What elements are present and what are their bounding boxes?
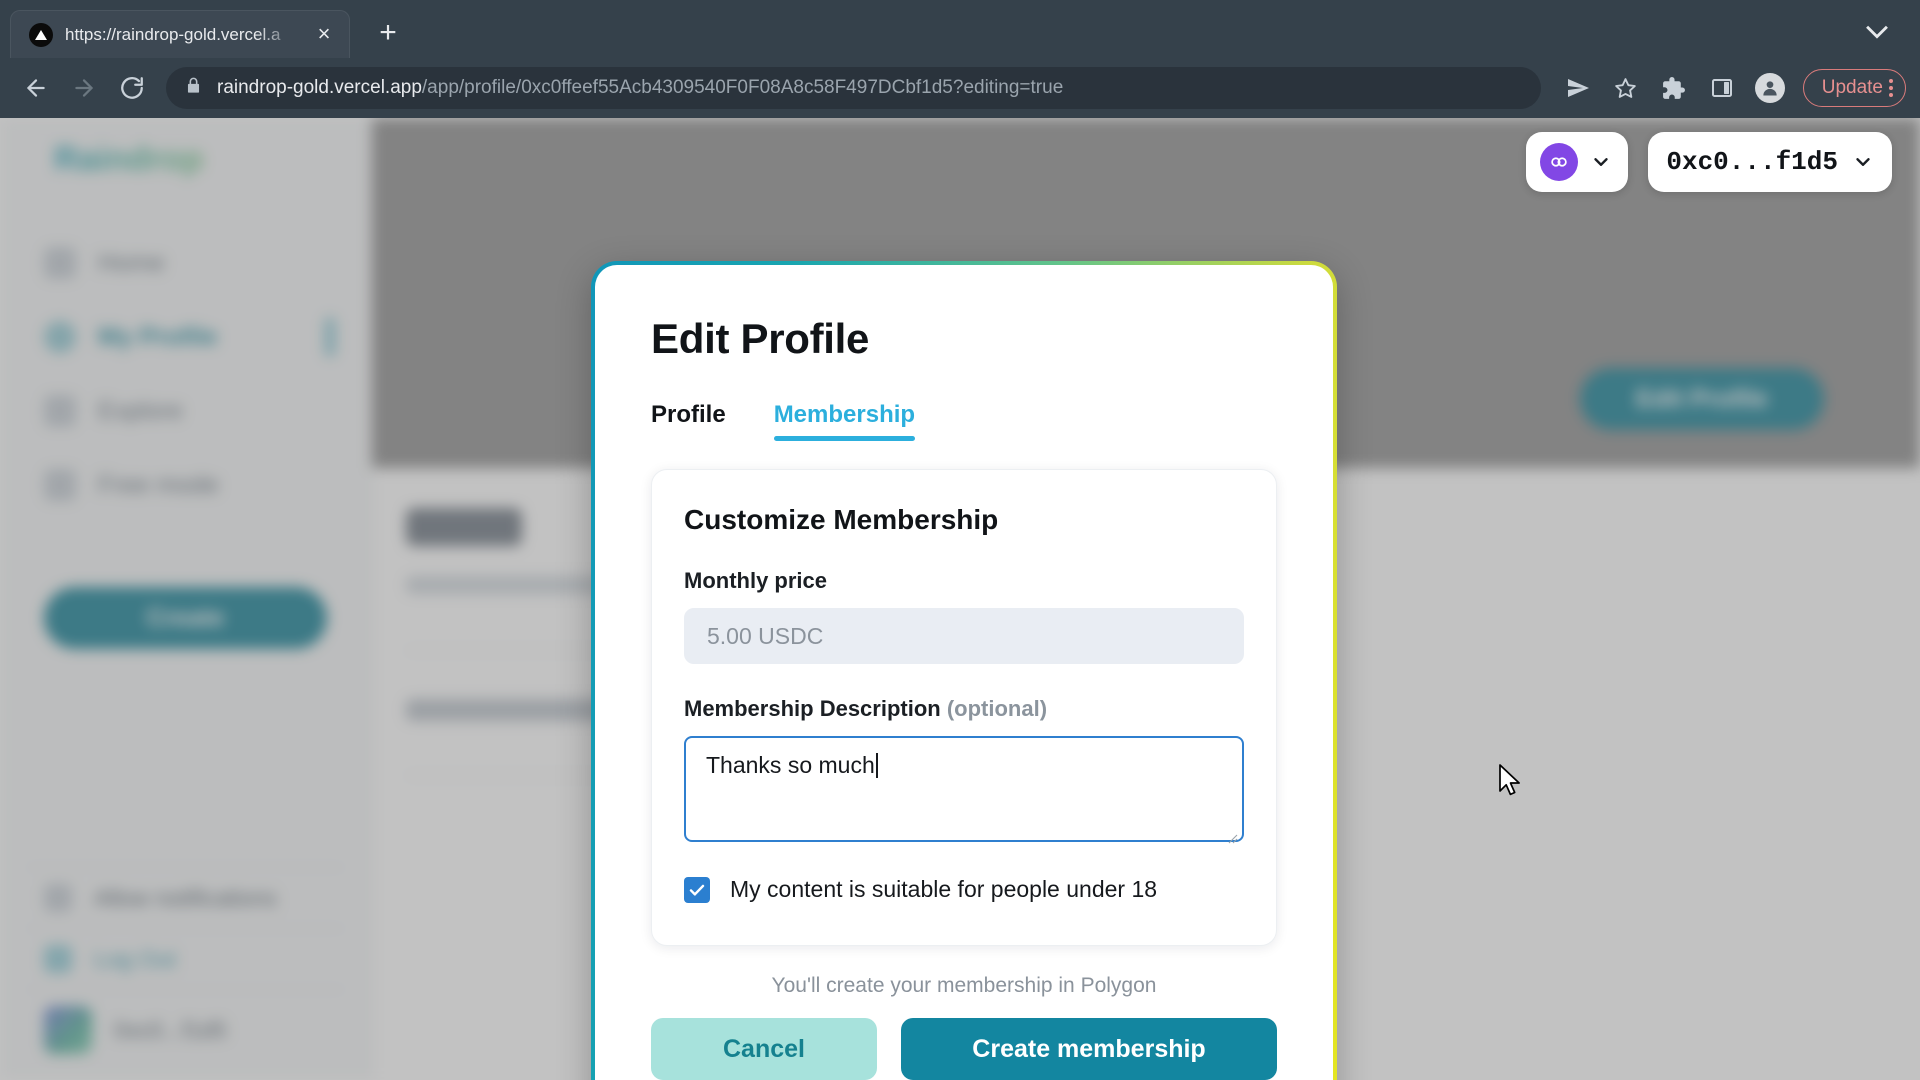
profile-avatar-icon[interactable]: [1749, 67, 1791, 109]
modal-body: Edit Profile Profile Membership Customiz…: [595, 265, 1333, 1080]
mouse-cursor: [1498, 763, 1524, 806]
monthly-price-placeholder: 5.00 USDC: [707, 622, 824, 649]
cancel-button[interactable]: Cancel: [651, 1018, 877, 1080]
wallet-address-button[interactable]: 0xc0...f1d5: [1648, 132, 1892, 192]
app-header-chips: 0xc0...f1d5: [1526, 132, 1892, 192]
wallet-address-label: 0xc0...f1d5: [1666, 147, 1838, 177]
chain-selector[interactable]: [1526, 132, 1629, 192]
page-title: Edit Profile: [651, 315, 870, 362]
extensions-puzzle-icon[interactable]: [1653, 67, 1695, 109]
browser-window: https://raindrop-gold.vercel.a × + raind…: [0, 0, 1920, 1080]
modal-actions: Cancel Create membership: [651, 1018, 1277, 1080]
reload-icon[interactable]: [110, 66, 154, 110]
update-button[interactable]: Update: [1802, 69, 1906, 107]
lock-icon: [184, 76, 203, 100]
section-title: Customize Membership: [684, 504, 999, 535]
membership-description-textarea[interactable]: Thanks so much: [684, 736, 1244, 844]
tab-membership[interactable]: Membership: [773, 401, 916, 441]
browser-toolbar: raindrop-gold.vercel.app/app/profile/0xc…: [0, 58, 1920, 118]
url-host: raindrop-gold.vercel.app: [217, 77, 422, 98]
description-label-text: Membership Description: [684, 696, 941, 721]
chevron-down-icon: [1852, 151, 1874, 173]
description-optional-text: (optional): [946, 696, 1048, 721]
create-membership-button[interactable]: Create membership: [901, 1018, 1277, 1080]
suitability-checkbox-label: My content is suitable for people under …: [730, 876, 1158, 902]
edit-profile-modal: Edit Profile Profile Membership Customiz…: [591, 261, 1337, 1080]
url-path: /app/profile/0xc0ffeef55Acb4309540F0F08A…: [421, 77, 1064, 98]
vercel-triangle-icon: [29, 22, 53, 47]
resize-handle-icon[interactable]: [1224, 823, 1238, 844]
forward-icon[interactable]: [62, 66, 106, 110]
polygon-logo-icon: [1540, 143, 1579, 181]
tab-profile[interactable]: Profile: [651, 401, 726, 441]
tab-title: https://raindrop-gold.vercel.a: [65, 24, 281, 44]
suitability-checkbox[interactable]: [684, 876, 710, 903]
new-tab-button[interactable]: +: [366, 12, 410, 56]
send-icon[interactable]: [1557, 67, 1599, 109]
page-viewport: Raindrop Home My Profile Explore Free mo…: [0, 118, 1920, 1080]
chevron-down-icon[interactable]: [1860, 14, 1894, 48]
address-bar[interactable]: raindrop-gold.vercel.app/app/profile/0xc…: [166, 67, 1541, 109]
chrome-menu-icon[interactable]: [1889, 79, 1893, 97]
toolbar-icons: Update: [1557, 67, 1906, 109]
tab-strip: https://raindrop-gold.vercel.a × +: [0, 0, 1920, 58]
back-icon[interactable]: [14, 66, 58, 110]
chevron-down-icon: [1590, 151, 1612, 173]
membership-description-label: Membership Description (optional): [684, 696, 1244, 722]
description-value: Thanks so much: [706, 752, 875, 778]
modal-footer-note: You'll create your membership in Polygon: [771, 974, 1157, 997]
customize-membership-card: Customize Membership Monthly price 5.00 …: [651, 469, 1277, 946]
modal-tabs: Profile Membership: [651, 401, 1277, 441]
bookmark-star-icon[interactable]: [1605, 67, 1647, 109]
update-label: Update: [1821, 77, 1883, 98]
close-icon[interactable]: ×: [311, 21, 337, 48]
browser-tab[interactable]: https://raindrop-gold.vercel.a ×: [10, 10, 350, 58]
monthly-price-input[interactable]: 5.00 USDC: [684, 608, 1244, 664]
side-panel-icon[interactable]: [1701, 67, 1743, 109]
text-cursor: [875, 753, 878, 778]
url-text: raindrop-gold.vercel.app/app/profile/0xc…: [217, 77, 1063, 99]
suitability-checkbox-row[interactable]: My content is suitable for people under …: [684, 876, 1244, 903]
monthly-price-label: Monthly price: [684, 568, 828, 593]
